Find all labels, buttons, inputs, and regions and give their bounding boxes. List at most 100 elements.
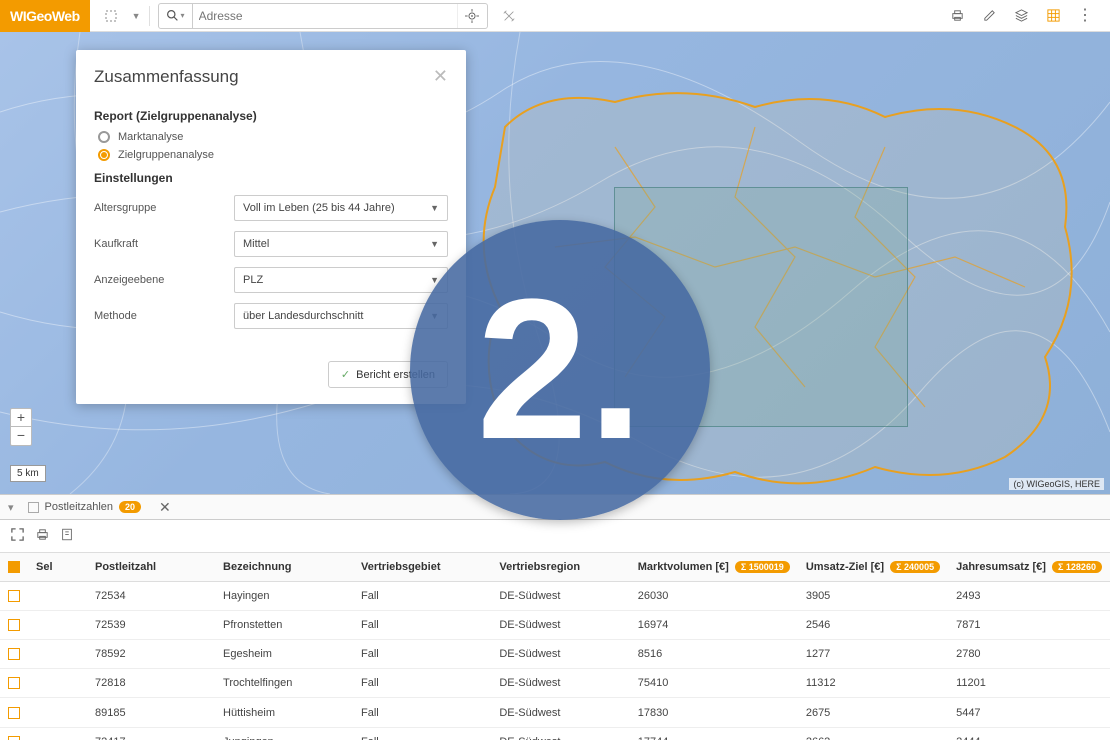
cell-jahresumsatz: 2493 (948, 582, 1110, 611)
table-toolbar (0, 520, 1110, 552)
cell-bezeichnung: Hayingen (215, 582, 353, 611)
print-icon (35, 527, 50, 542)
cell-vertriebsregion: DE-Südwest (491, 727, 629, 740)
th-jahresumsatz[interactable]: Jahresumsatz [€] Σ 128260 (948, 553, 1110, 582)
export-table-button[interactable] (60, 527, 74, 545)
separator (149, 6, 150, 26)
altersgruppe-dropdown[interactable]: Voll im Leben (25 bis 44 Jahre)▼ (234, 195, 448, 221)
kaufkraft-label: Kaufkraft (94, 238, 234, 250)
th-bezeichnung[interactable]: Bezeichnung (215, 553, 353, 582)
cell-plz: 72818 (87, 669, 215, 698)
tab-checkbox[interactable] (28, 502, 39, 513)
altersgruppe-value: Voll im Leben (25 bis 44 Jahre) (243, 202, 395, 214)
methode-value: über Landesdurchschnitt (243, 310, 363, 322)
cell-vertriebsgebiet: Fall (353, 611, 491, 640)
summary-panel: Zusammenfassung ✕ Report (Zielgruppenana… (76, 50, 466, 404)
crosshair-icon (465, 9, 479, 23)
app-logo: WIGeoWeb (0, 0, 90, 32)
caret-icon: ▼ (430, 239, 439, 249)
cell-umsatzziel: 3905 (798, 582, 948, 611)
print-button[interactable] (944, 3, 970, 29)
zoom-in-button[interactable]: + (11, 409, 31, 427)
radio-marktanalyse[interactable] (98, 131, 110, 143)
row-checkbox[interactable] (8, 648, 20, 660)
check-icon: ✓ (341, 368, 350, 381)
table-row[interactable]: 72534HayingenFallDE-Südwest2603039052493 (0, 582, 1110, 611)
dropdown-caret-icon[interactable]: ▼ (132, 11, 141, 21)
table-row[interactable]: 72818TrochtelfingenFallDE-Südwest7541011… (0, 669, 1110, 698)
print-table-button[interactable] (35, 527, 50, 545)
cell-marktvolumen: 75410 (630, 669, 798, 698)
caret-icon: ▼ (430, 311, 439, 321)
search-button[interactable]: ▾ (159, 4, 193, 28)
panel-title: Zusammenfassung (94, 67, 239, 87)
map-selection-rect (614, 187, 908, 427)
topbar: WIGeoWeb ▼ ▾ ⋮ (0, 0, 1110, 32)
kaufkraft-value: Mittel (243, 238, 269, 250)
th-marktvolumen[interactable]: Marktvolumen [€] Σ 1500019 (630, 553, 798, 582)
tab-count-badge: 20 (119, 501, 141, 513)
table-view-button[interactable] (1040, 3, 1066, 29)
cell-umsatzziel: 2546 (798, 611, 948, 640)
collapse-tabs-button[interactable]: ▾ (8, 501, 14, 514)
cell-plz: 78592 (87, 640, 215, 669)
report-heading: Report (Zielgruppenanalyse) (94, 109, 448, 123)
kaufkraft-dropdown[interactable]: Mittel ▼ (234, 231, 448, 257)
grid-icon (1046, 8, 1061, 23)
th-umsatzziel[interactable]: Umsatz-Ziel [€] Σ 240005 (798, 553, 948, 582)
cell-marktvolumen: 8516 (630, 640, 798, 669)
table-row[interactable]: 72539PfronstettenFallDE-Südwest169742546… (0, 611, 1110, 640)
caret-icon: ▼ (430, 275, 439, 285)
th-vertriebsgebiet[interactable]: Vertriebsgebiet (353, 553, 491, 582)
table-row[interactable]: 72417JungingenFallDE-Südwest177442662244… (0, 727, 1110, 740)
anzeigeebene-dropdown[interactable]: PLZ▼ (234, 267, 448, 293)
cell-jahresumsatz: 5447 (948, 698, 1110, 727)
table-row[interactable]: 89185HüttisheimFallDE-Südwest17830267554… (0, 698, 1110, 727)
table-row[interactable]: 78592EgesheimFallDE-Südwest851612772780 (0, 640, 1110, 669)
expand-table-button[interactable] (10, 527, 25, 545)
cell-plz: 72534 (87, 582, 215, 611)
locate-button[interactable] (457, 4, 487, 28)
tab-label: Postleitzahlen (45, 501, 114, 513)
th-plz[interactable]: Postleitzahl (87, 553, 215, 582)
close-panel-button[interactable]: ✕ (433, 66, 448, 87)
clear-selection-button[interactable] (496, 3, 522, 29)
radio-zielgruppenanalyse[interactable] (98, 149, 110, 161)
cell-jahresumsatz: 7871 (948, 611, 1110, 640)
right-toolbar: ⋮ (944, 3, 1098, 29)
more-menu-button[interactable]: ⋮ (1072, 3, 1098, 29)
sum-pill-marktvolumen: Σ 1500019 (735, 561, 790, 573)
select-tool-button[interactable] (98, 3, 124, 29)
tab-postleitzahlen[interactable]: Postleitzahlen 20 (22, 495, 148, 519)
unlink-icon (502, 9, 516, 23)
select-all-checkbox[interactable] (8, 561, 20, 573)
row-checkbox[interactable] (8, 590, 20, 602)
layers-button[interactable] (1008, 3, 1034, 29)
cell-bezeichnung: Egesheim (215, 640, 353, 669)
cell-bezeichnung: Trochtelfingen (215, 669, 353, 698)
cell-vertriebsregion: DE-Südwest (491, 611, 629, 640)
zoom-control: + − (10, 408, 32, 446)
scale-label: 5 km (17, 468, 39, 479)
results-tabs: ▾ Postleitzahlen 20 ✕ (0, 494, 1110, 520)
close-tab-button[interactable]: ✕ (155, 499, 175, 516)
crop-icon (104, 9, 118, 23)
layers-icon (1014, 8, 1029, 23)
table-scroll[interactable]: Sel Postleitzahl Bezeichnung Vertriebsge… (0, 552, 1110, 740)
methode-dropdown[interactable]: über Landesdurchschnitt ▼ (234, 303, 448, 329)
cell-umsatzziel: 11312 (798, 669, 948, 698)
cell-bezeichnung: Hüttisheim (215, 698, 353, 727)
results-table: Sel Postleitzahl Bezeichnung Vertriebsge… (0, 552, 1110, 740)
cell-vertriebsgebiet: Fall (353, 582, 491, 611)
edit-button[interactable] (976, 3, 1002, 29)
row-checkbox[interactable] (8, 619, 20, 631)
zoom-out-button[interactable]: − (11, 427, 31, 445)
cell-marktvolumen: 16974 (630, 611, 798, 640)
row-checkbox[interactable] (8, 677, 20, 689)
create-report-button[interactable]: ✓ Bericht erstellen (328, 361, 448, 388)
row-checkbox[interactable] (8, 736, 20, 740)
th-vertriebsregion[interactable]: Vertriebsregion (491, 553, 629, 582)
search-input[interactable] (193, 9, 457, 23)
th-sel[interactable]: Sel (28, 553, 87, 582)
row-checkbox[interactable] (8, 707, 20, 719)
